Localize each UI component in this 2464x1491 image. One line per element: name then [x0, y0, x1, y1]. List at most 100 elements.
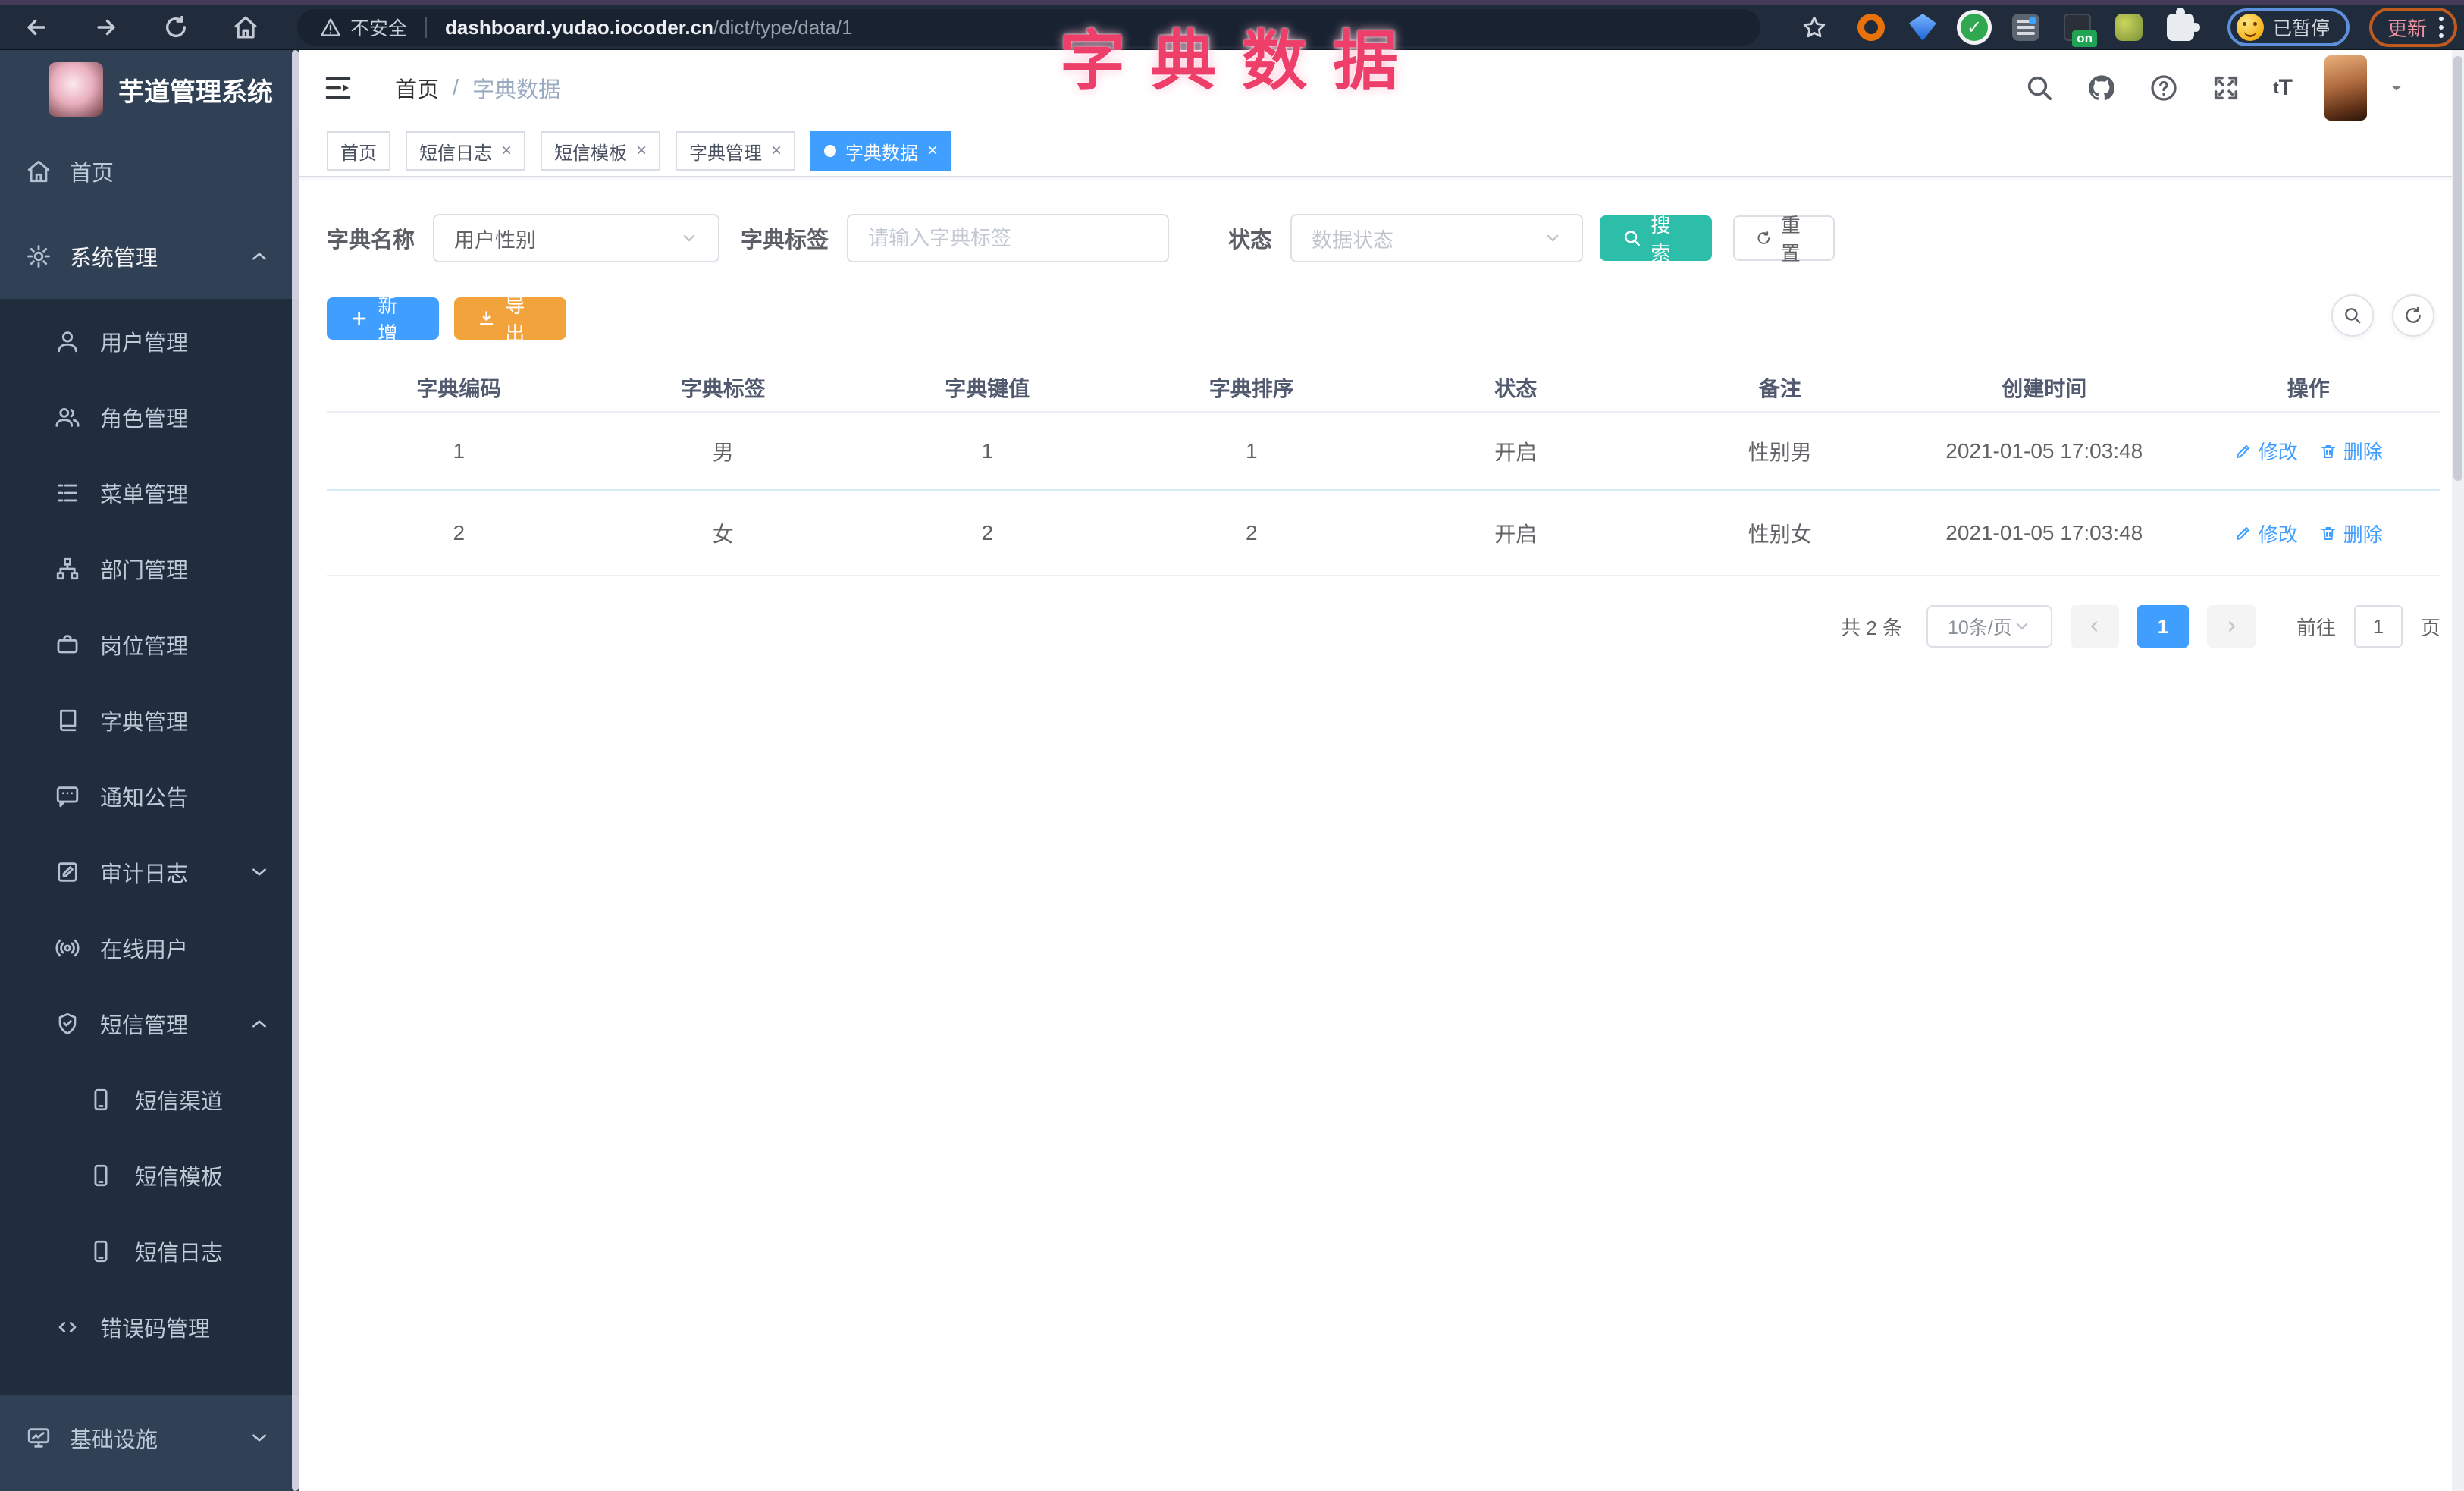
app-title: 芋道管理系统 — [118, 77, 273, 107]
cell-operations: 修改 删除 — [2177, 437, 2441, 465]
browser-menu-icon[interactable] — [2439, 17, 2444, 38]
phone-icon — [88, 1087, 114, 1113]
help-icon[interactable] — [2149, 73, 2179, 103]
edit-link[interactable]: 修改 — [2234, 437, 2298, 465]
profile-paused-pill[interactable]: 已暂停 — [2227, 8, 2350, 46]
chevron-up-icon — [249, 246, 269, 266]
sidebar-item-online-users[interactable]: 在线用户 — [0, 910, 299, 986]
show-search-icon-button[interactable] — [2331, 294, 2374, 337]
sidebar-item-label: 系统管理 — [70, 246, 158, 271]
avatar-caret-icon[interactable] — [2388, 80, 2405, 96]
sidebar-item-sms-channel[interactable]: 短信渠道 — [0, 1062, 299, 1138]
not-secure-label[interactable]: 不安全 — [350, 14, 407, 41]
reload-icon[interactable] — [161, 12, 191, 42]
sidebar-toggle-icon[interactable] — [322, 72, 354, 104]
prev-page-button[interactable] — [2070, 605, 2119, 648]
phone-icon — [88, 1163, 114, 1188]
address-bar[interactable]: 不安全 dashboard.yudao.iocoder.cn /dict/typ… — [297, 9, 1760, 46]
extensions-puzzle-icon[interactable] — [2167, 8, 2200, 41]
sidebar-item-sms[interactable]: 短信管理 — [0, 986, 299, 1062]
add-button[interactable]: 新增 — [327, 294, 439, 345]
tab-home[interactable]: 首页 — [327, 131, 390, 171]
sidebar-item-departments[interactable]: 部门管理 — [0, 531, 299, 607]
sidebar-item-error-codes[interactable]: 错误码管理 — [0, 1289, 299, 1365]
extension-icons: ✓ on — [1857, 8, 2200, 47]
sidebar-scrollbar[interactable] — [292, 50, 299, 1491]
dict-name-value: 用户性别 — [454, 228, 537, 252]
sidebar-item-label: 用户管理 — [100, 331, 189, 356]
page-size-select[interactable]: 10条/页 — [1926, 605, 2052, 648]
sidebar-item-dict[interactable]: 字典管理 — [0, 683, 299, 758]
browser-update-button[interactable]: 更新 — [2369, 8, 2458, 47]
export-button[interactable]: 导出 — [454, 294, 566, 345]
search-button[interactable]: 搜索 — [1600, 214, 1713, 265]
sidebar-item-label: 角色管理 — [100, 407, 189, 432]
edit-link[interactable]: 修改 — [2234, 519, 2298, 548]
close-icon[interactable]: × — [927, 142, 938, 160]
search-icon[interactable] — [2024, 73, 2055, 103]
next-page-button[interactable] — [2206, 605, 2256, 648]
tab-dict-data[interactable]: 字典数据 × — [810, 131, 952, 171]
user-avatar[interactable] — [2324, 55, 2367, 121]
phone-icon — [88, 1238, 114, 1264]
delete-link[interactable]: 删除 — [2319, 437, 2383, 465]
edit-link-label: 修改 — [2258, 441, 2298, 463]
sidebar-item-label: 岗位管理 — [100, 635, 189, 659]
chevron-down-icon — [680, 229, 698, 247]
sidebar-item-users[interactable]: 用户管理 — [0, 303, 299, 379]
sidebar-item-label: 审计日志 — [100, 862, 189, 887]
search-button-label: 搜索 — [1651, 214, 1671, 265]
refresh-icon-button[interactable] — [2392, 294, 2434, 337]
delete-link[interactable]: 删除 — [2319, 519, 2383, 548]
close-icon[interactable]: × — [771, 142, 782, 160]
sidebar-item-roles[interactable]: 角色管理 — [0, 379, 299, 455]
table-row[interactable]: 1 男 1 1 开启 性别男 2021-01-05 17:03:48 修改 删除 — [327, 413, 2440, 491]
sidebar-item-audit-log[interactable]: 审计日志 — [0, 834, 299, 910]
sidebar-item-sms-template[interactable]: 短信模板 — [0, 1138, 299, 1213]
extension-olive-icon[interactable] — [2115, 14, 2143, 41]
cell-status: 开启 — [1494, 440, 1538, 464]
app-logo-row[interactable]: 芋道管理系统 — [0, 50, 299, 129]
sidebar-item-system[interactable]: 系统管理 — [0, 214, 299, 299]
tab-dict-manage[interactable]: 字典管理 × — [676, 131, 796, 171]
cell-code: 2 — [453, 521, 466, 545]
reset-button[interactable]: 重置 — [1733, 214, 1835, 265]
breadcrumb-home[interactable]: 首页 — [395, 72, 439, 104]
paused-label: 已暂停 — [2273, 18, 2331, 39]
cell-label: 男 — [712, 440, 734, 464]
extension-on-icon[interactable]: on — [2064, 14, 2097, 47]
close-icon[interactable]: × — [636, 142, 647, 160]
forward-icon[interactable] — [91, 12, 121, 42]
sidebar-item-notices[interactable]: 通知公告 — [0, 758, 299, 834]
home-icon[interactable] — [230, 12, 261, 42]
page-unit-label: 页 — [2420, 616, 2440, 639]
bookmark-star-icon[interactable] — [1801, 14, 1827, 40]
status-select[interactable]: 数据状态 — [1290, 214, 1584, 262]
sidebar-item-home[interactable]: 首页 — [0, 129, 299, 214]
table-row[interactable]: 2 女 2 2 开启 性别女 2021-01-05 17:03:48 修改 删除 — [327, 491, 2440, 576]
close-icon[interactable]: × — [501, 142, 512, 160]
dict-label-input[interactable] — [868, 226, 1149, 250]
fullscreen-icon[interactable] — [2211, 73, 2241, 103]
sidebar-item-posts[interactable]: 岗位管理 — [0, 607, 299, 683]
github-icon[interactable] — [2086, 73, 2117, 103]
dict-label-label: 字典标签 — [741, 228, 829, 253]
extension-orange-icon[interactable] — [1857, 14, 1885, 41]
tab-sms-template[interactable]: 短信模板 × — [541, 131, 661, 171]
sidebar-item-sms-log[interactable]: 短信日志 — [0, 1213, 299, 1289]
sidebar-item-menus[interactable]: 菜单管理 — [0, 455, 299, 531]
dict-name-select[interactable]: 用户性别 — [433, 214, 720, 262]
back-icon[interactable] — [21, 12, 52, 42]
extension-check-icon[interactable]: ✓ — [1961, 14, 1988, 41]
goto-page-input[interactable] — [2353, 605, 2403, 648]
extension-sliders-icon[interactable] — [2012, 14, 2039, 41]
font-size-icon[interactable]: ttTT — [2273, 75, 2293, 101]
sidebar-item-infrastructure[interactable]: 基础设施 — [0, 1395, 299, 1480]
extension-gem-icon[interactable] — [1909, 14, 1936, 41]
extension-on-badge: on — [2072, 30, 2097, 47]
current-page-button[interactable]: 1 — [2136, 605, 2189, 648]
page-scrollbar[interactable] — [2452, 50, 2464, 1491]
tab-sms-log[interactable]: 短信日志 × — [406, 131, 526, 171]
cell-status: 开启 — [1494, 523, 1538, 546]
page-size-value: 10条/页 — [1947, 617, 2012, 639]
